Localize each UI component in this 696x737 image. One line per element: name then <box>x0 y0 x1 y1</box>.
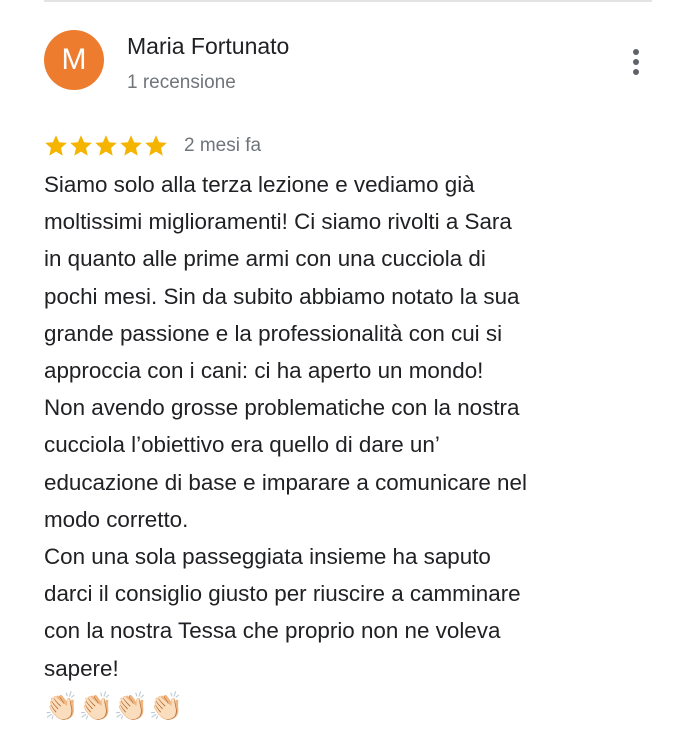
star-icon <box>119 134 143 158</box>
clapping-hands-emoji: 👏🏻👏🏻👏🏻👏🏻 <box>44 689 184 723</box>
review-line: moltissimi miglioramenti! Ci siamo rivol… <box>44 209 512 235</box>
review-line: con la nostra Tessa che proprio non ne v… <box>44 618 501 644</box>
star-rating <box>44 134 168 158</box>
review-date: 2 mesi fa <box>184 135 262 156</box>
top-divider <box>44 0 652 2</box>
avatar[interactable]: M <box>44 30 104 90</box>
review-line: pochi mesi. Sin da subito abbiamo notato… <box>44 283 520 309</box>
reviewer-name[interactable]: Maria Fortunato <box>127 31 289 61</box>
star-icon <box>69 134 93 158</box>
review-line: educazione di base e imparare a comunica… <box>44 469 527 495</box>
reviewer-review-count[interactable]: 1 recensione <box>127 70 236 96</box>
review-line: approccia con i cani: ci ha aperto un mo… <box>44 358 484 384</box>
review-text: Siamo solo alla terza lezione e vediamo … <box>44 166 664 727</box>
more-options-button[interactable] <box>616 40 656 84</box>
review-line: cucciola l’obiettivo era quello di dare … <box>44 432 440 458</box>
review-line: Con una sola passeggiata insieme ha sapu… <box>44 544 491 570</box>
rating-row: 2 mesi fa <box>44 131 261 161</box>
review-line: grande passione e la professionalità con… <box>44 320 503 346</box>
review-line: modo corretto. <box>44 506 189 532</box>
star-icon <box>44 134 68 158</box>
avatar-letter: M <box>61 43 87 76</box>
review-line: Siamo solo alla terza lezione e vediamo … <box>44 172 475 197</box>
review-line: sapere! <box>44 655 119 681</box>
more-vert-icon <box>633 49 639 75</box>
star-icon <box>94 134 118 158</box>
review-line: darci il consiglio giusto per riuscire a… <box>44 581 521 607</box>
star-icon <box>144 134 168 158</box>
review-line: in quanto alle prime armi con una cuccio… <box>44 246 486 272</box>
review-line: Non avendo grosse problematiche con la n… <box>44 395 520 421</box>
